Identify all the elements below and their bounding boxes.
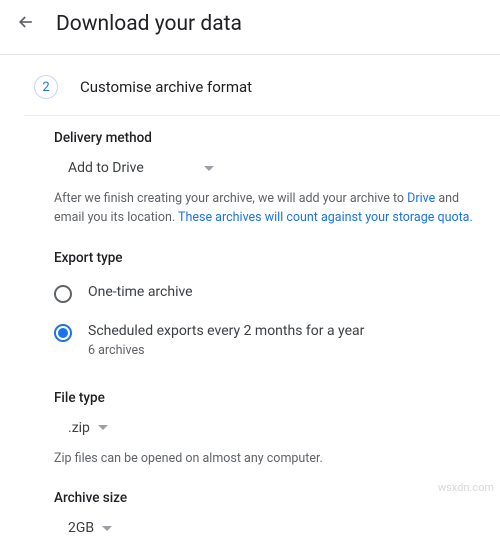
radio-icon-checked <box>54 324 72 342</box>
export-option-label: Scheduled exports every 2 months for a y… <box>88 323 364 339</box>
archivesize-selected: 2GB <box>68 520 94 536</box>
export-option-scheduled[interactable]: Scheduled exports every 2 months for a y… <box>54 313 476 368</box>
storage-quota-link[interactable]: These archives will count against your s… <box>178 210 473 225</box>
archivesize-dropdown[interactable]: 2GB <box>54 510 126 546</box>
delivery-label: Delivery method <box>54 130 476 146</box>
delivery-helper: After we finish creating your archive, w… <box>54 190 476 228</box>
back-arrow-icon[interactable] <box>16 12 36 36</box>
drive-link[interactable]: Drive <box>407 191 435 206</box>
step-title: Customise archive format <box>80 78 252 96</box>
filetype-dropdown[interactable]: .zip <box>54 410 122 446</box>
archivesize-label: Archive size <box>54 490 476 506</box>
chevron-down-icon <box>98 425 108 430</box>
export-option-label: One-time archive <box>88 284 193 300</box>
export-label: Export type <box>54 250 476 266</box>
page-title: Download your data <box>56 12 242 36</box>
archivesize-section: Archive size 2GB <box>0 468 500 546</box>
radio-icon <box>54 285 72 303</box>
delivery-selected: Add to Drive <box>68 160 144 176</box>
export-option-sublabel: 6 archives <box>88 343 364 358</box>
filetype-helper: Zip files can be opened on almost any co… <box>54 450 476 469</box>
filetype-label: File type <box>54 390 476 406</box>
filetype-selected: .zip <box>68 420 90 436</box>
watermark: wsxdn.com <box>438 481 494 494</box>
step-number-badge: 2 <box>34 75 58 99</box>
step-header[interactable]: 2 Customise archive format <box>0 55 500 115</box>
delivery-dropdown[interactable]: Add to Drive <box>54 150 228 186</box>
export-option-onetime[interactable]: One-time archive <box>54 274 476 313</box>
filetype-section: File type .zip Zip files can be opened o… <box>0 368 500 469</box>
export-section: Export type One-time archive Scheduled e… <box>0 228 500 368</box>
chevron-down-icon <box>102 526 112 531</box>
chevron-down-icon <box>204 166 214 171</box>
delivery-section: Delivery method Add to Drive After we fi… <box>0 116 500 228</box>
